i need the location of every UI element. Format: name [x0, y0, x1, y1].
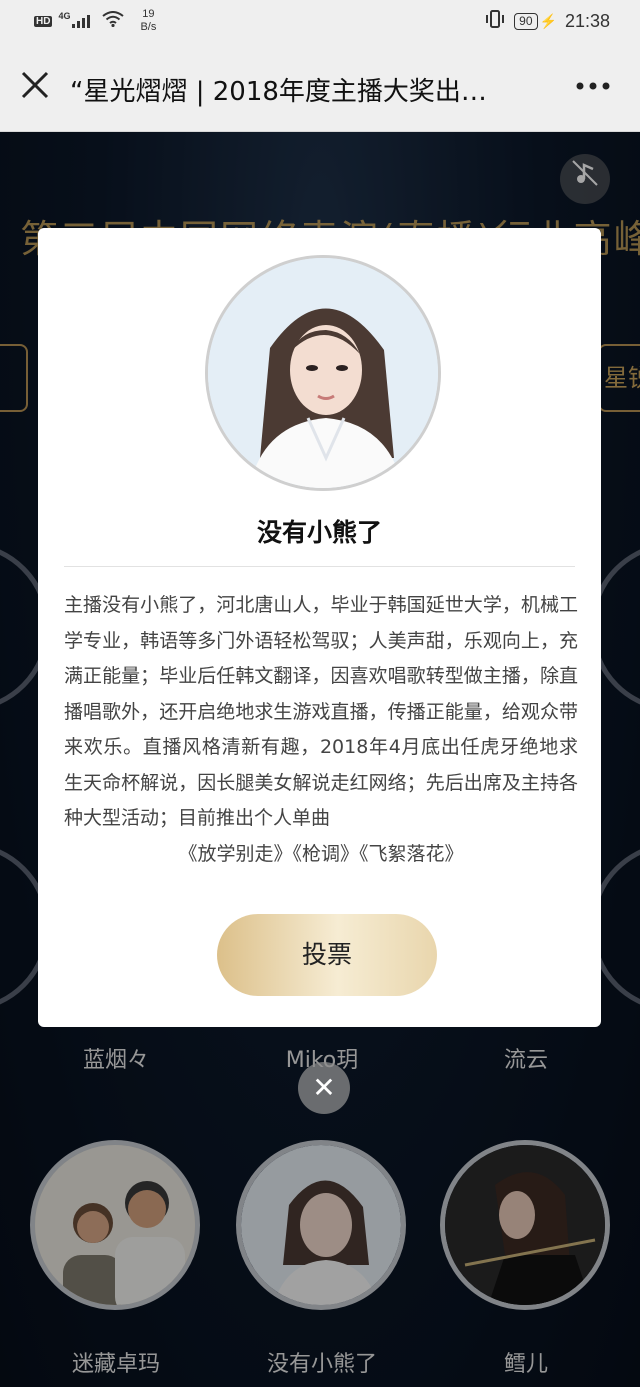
anchor-bio-text: 主播没有小熊了，河北唐山人，毕业于韩国延世大学，机械工学专业，韩语等多门外语轻松… — [64, 594, 578, 829]
signal-icon — [72, 14, 91, 28]
page-title: “星光熠熠 | 2018年度主播大奖出… — [70, 77, 487, 107]
divider — [64, 566, 575, 567]
anchor-name: 迷藏卓玛 — [71, 1352, 160, 1377]
vibrate-icon — [484, 10, 506, 33]
net-speed: 19 B/s — [140, 8, 156, 34]
status-left: HD 4G 19 B/s — [34, 8, 156, 34]
status-right: 90 ⚡ 21:38 — [484, 10, 610, 33]
net-speed-unit: B/s — [140, 21, 157, 33]
network-type: 4G — [58, 11, 71, 21]
avatar[interactable] — [440, 1140, 610, 1310]
category-tab-right[interactable]: 星锐 — [598, 344, 640, 412]
anchor-avatar — [205, 255, 441, 491]
close-icon[interactable] — [18, 70, 52, 104]
anchor-name: 鳕儿 — [503, 1352, 548, 1377]
avatar[interactable] — [236, 1140, 406, 1310]
vote-button[interactable]: 投票 — [217, 914, 437, 996]
top-nav-bar: “星光熠熠 | 2018年度主播大奖出… — [0, 44, 640, 132]
charging-icon: ⚡ — [539, 13, 557, 29]
close-modal-icon[interactable]: ✕ — [298, 1062, 350, 1114]
net-speed-value: 19 — [142, 8, 155, 20]
category-tab-left[interactable] — [0, 344, 28, 412]
anchor-detail-modal: 没有小熊了 主播没有小熊了，河北唐山人，毕业于韩国延世大学，机械工学专业，韩语等… — [38, 228, 601, 1027]
music-icon[interactable] — [560, 154, 610, 204]
wifi-icon — [102, 10, 125, 32]
anchor-bio-songs: 《放学别走》《枪调》《飞絮落花》 — [178, 842, 464, 865]
battery-icon: 90 — [514, 13, 538, 30]
anchor-name-title: 没有小熊了 — [256, 518, 382, 547]
hd-badge: HD — [34, 15, 53, 27]
anchor-name: 流云 — [503, 1048, 548, 1073]
avatar[interactable] — [30, 1140, 200, 1310]
anchor-bio: 主播没有小熊了，河北唐山人，毕业于韩国延世大学，机械工学专业，韩语等多门外语轻松… — [64, 588, 578, 872]
status-bar: HD 4G 19 B/s 90 ⚡ 21:38 — [0, 0, 640, 44]
more-icon[interactable] — [576, 64, 610, 99]
anchor-name: 蓝烟々 — [82, 1048, 149, 1073]
anchor-name: 没有小熊了 — [266, 1352, 377, 1377]
clock: 21:38 — [564, 11, 610, 31]
